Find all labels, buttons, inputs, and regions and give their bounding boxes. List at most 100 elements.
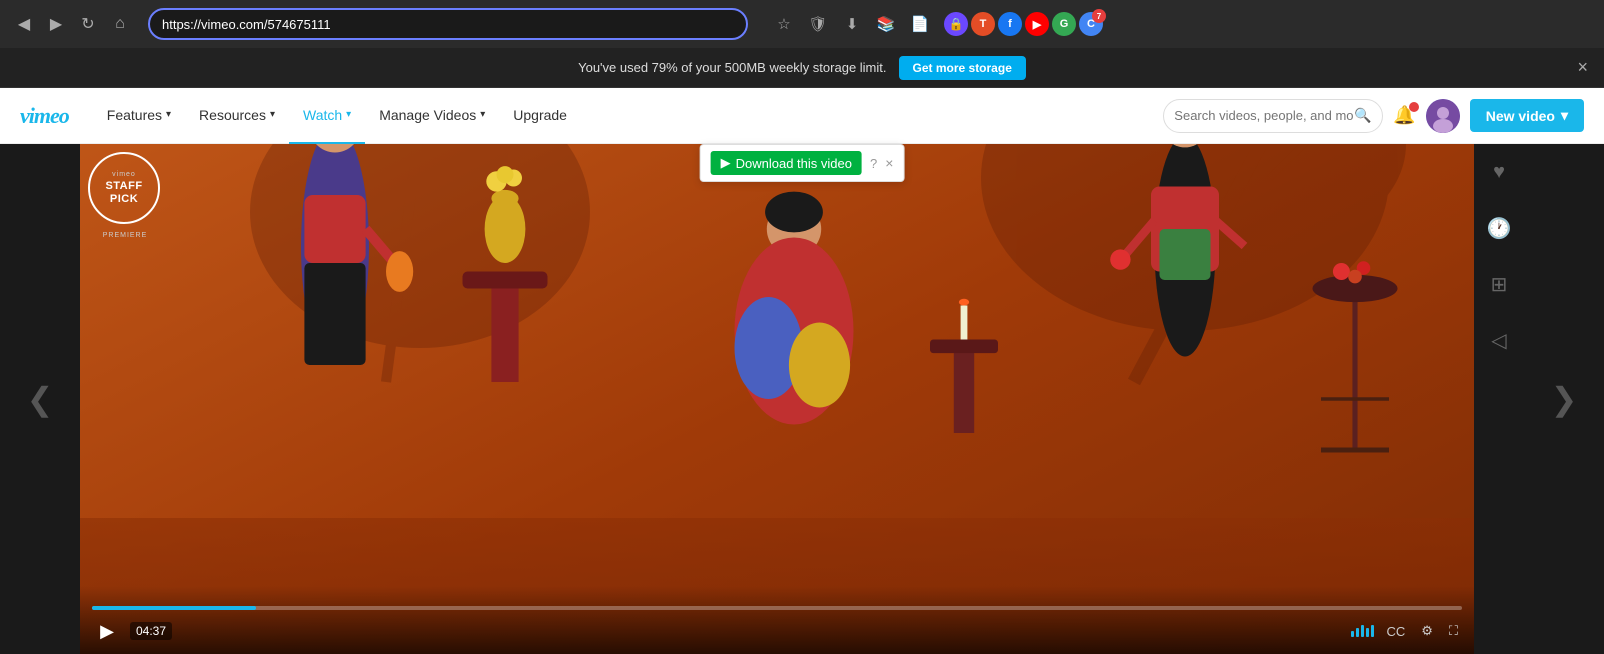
progress-bar[interactable] (92, 606, 1462, 610)
vol-bar-4 (1366, 628, 1369, 637)
vol-bar-1 (1351, 631, 1354, 637)
right-sidebar: ♥ 🕐 ⊞ ◁ (1474, 144, 1524, 654)
search-box: 🔍 (1163, 99, 1383, 133)
play-icon: ▶ (100, 621, 114, 642)
vol-bar-5 (1371, 625, 1374, 637)
download-manager-icon[interactable]: ⬇ (838, 10, 866, 38)
cc-button[interactable]: CC (1382, 622, 1409, 641)
extension-icons: 🔒 T f ▶ G C 7 (944, 12, 1103, 36)
layers-icon: ⊞ (1491, 272, 1508, 297)
ext-icon-1[interactable]: 🔒 (944, 12, 968, 36)
nav-watch[interactable]: Watch ▾ (289, 88, 365, 144)
vol-bar-3 (1361, 625, 1364, 637)
settings-button[interactable]: ⚙ (1417, 621, 1437, 641)
ext-icon-2[interactable]: T (971, 12, 995, 36)
nav-features-label: Features (107, 107, 162, 123)
nav-menu: Features ▾ Resources ▾ Watch ▾ Manage Vi… (93, 88, 581, 144)
pick-label: PICK (110, 193, 138, 205)
video-controls: ▶ 04:37 CC ⚙ ⛶ (80, 586, 1474, 654)
nav-manage-label: Manage Videos (379, 107, 476, 123)
features-chevron-icon: ▾ (166, 109, 171, 120)
ext-icon-4[interactable]: ▶ (1025, 12, 1049, 36)
download-video-button[interactable]: ▶ Download this video (711, 151, 862, 175)
progress-fill (92, 606, 256, 610)
forward-button[interactable]: ▶ (42, 10, 70, 38)
nav-manage-videos[interactable]: Manage Videos ▾ (365, 88, 499, 144)
time-display: 04:37 (130, 622, 172, 640)
clock-icon: 🕐 (1487, 216, 1512, 241)
download-help-icon[interactable]: ? (870, 156, 877, 171)
settings-icon: ⚙ (1421, 623, 1433, 638)
new-video-chevron-icon: ▾ (1561, 107, 1568, 124)
download-banner: ▶ Download this video ? × (700, 144, 905, 182)
notification-banner: You've used 79% of your 500MB weekly sto… (0, 48, 1604, 88)
collections-button[interactable]: ⊞ (1481, 266, 1517, 302)
play-button[interactable]: ▶ (92, 616, 122, 646)
download-close-button[interactable]: × (885, 155, 893, 171)
nav-resources[interactable]: Resources ▾ (185, 88, 289, 144)
staff-pick-badge: vimeo STAFF PICK PREMIERE (80, 144, 170, 239)
fullscreen-icon: ⛶ (1449, 623, 1458, 638)
download-label: Download this video (736, 156, 852, 171)
send-icon: ◁ (1491, 328, 1506, 353)
browser-icons: ☆ 🛡 ⬇ 📚 📄 (770, 10, 934, 38)
watch-chevron-icon: ▾ (346, 109, 351, 120)
right-nav: ❯ (1524, 144, 1604, 654)
reload-button[interactable]: ↻ (74, 10, 102, 38)
reader-icon[interactable]: 📄 (906, 10, 934, 38)
home-button[interactable]: ⌂ (106, 10, 134, 38)
fullscreen-button[interactable]: ⛶ (1445, 621, 1462, 641)
prev-video-button[interactable]: ❮ (16, 375, 64, 423)
get-storage-button[interactable]: Get more storage (899, 56, 1026, 80)
address-bar[interactable] (148, 8, 748, 40)
ext-icon-3[interactable]: f (998, 12, 1022, 36)
address-bar-container (148, 8, 748, 40)
staff-label: STAFF (105, 180, 142, 192)
nav-watch-label: Watch (303, 107, 342, 123)
cc-label: CC (1386, 624, 1405, 639)
resources-chevron-icon: ▾ (270, 109, 275, 120)
vimeo-header: vimeo Features ▾ Resources ▾ Watch ▾ Man… (0, 88, 1604, 144)
nav-resources-label: Resources (199, 107, 266, 123)
nav-upgrade[interactable]: Upgrade (499, 88, 581, 144)
heart-icon: ♥ (1493, 161, 1505, 184)
volume-bars (1351, 625, 1374, 637)
extension-shield-icon[interactable]: 🛡 (804, 10, 832, 38)
staff-pick-vimeo-label: vimeo (112, 171, 136, 178)
new-video-button[interactable]: New video ▾ (1470, 99, 1584, 132)
left-nav: ❮ (0, 144, 80, 654)
bookmarks-icon[interactable]: 📚 (872, 10, 900, 38)
video-area: vimeo STAFF PICK PREMIERE (80, 144, 1474, 654)
nav-upgrade-label: Upgrade (513, 107, 567, 123)
share-button[interactable]: ◁ (1481, 322, 1517, 358)
main-content: ❮ vimeo STAFF PICK PREMIERE (0, 144, 1604, 654)
new-video-label: New video (1486, 108, 1555, 124)
vimeo-logo[interactable]: vimeo (20, 103, 69, 129)
browser-chrome: ◀ ▶ ↻ ⌂ ☆ 🛡 ⬇ 📚 📄 🔒 T f ▶ G C 7 (0, 0, 1604, 48)
avatar[interactable] (1426, 99, 1460, 133)
search-input[interactable] (1174, 108, 1354, 123)
banner-close-button[interactable]: × (1577, 57, 1588, 78)
watch-later-button[interactable]: 🕐 (1481, 210, 1517, 246)
video-thumbnail (80, 144, 1474, 654)
notification-bell-button[interactable]: 🔔 (1393, 105, 1415, 126)
notification-badge (1409, 102, 1419, 112)
back-button[interactable]: ◀ (10, 10, 38, 38)
staff-pick-circle: vimeo STAFF PICK (88, 152, 160, 224)
download-play-icon: ▶ (721, 155, 731, 171)
like-button[interactable]: ♥ (1481, 154, 1517, 190)
ext-icon-6[interactable]: C 7 (1079, 12, 1103, 36)
staff-pick-text: STAFF PICK (105, 180, 142, 204)
header-right: 🔍 🔔 New video ▾ (1163, 99, 1584, 133)
browser-nav-buttons: ◀ ▶ ↻ ⌂ (10, 10, 134, 38)
manage-chevron-icon: ▾ (480, 109, 485, 120)
search-button[interactable]: 🔍 (1354, 107, 1371, 124)
bookmark-icon[interactable]: ☆ (770, 10, 798, 38)
premiere-label: PREMIERE (80, 232, 170, 239)
next-video-button[interactable]: ❯ (1540, 375, 1588, 423)
nav-features[interactable]: Features ▾ (93, 88, 185, 144)
vol-bar-2 (1356, 628, 1359, 637)
controls-row: ▶ 04:37 CC ⚙ ⛶ (92, 616, 1462, 646)
banner-message: You've used 79% of your 500MB weekly sto… (578, 60, 886, 75)
ext-icon-5[interactable]: G (1052, 12, 1076, 36)
